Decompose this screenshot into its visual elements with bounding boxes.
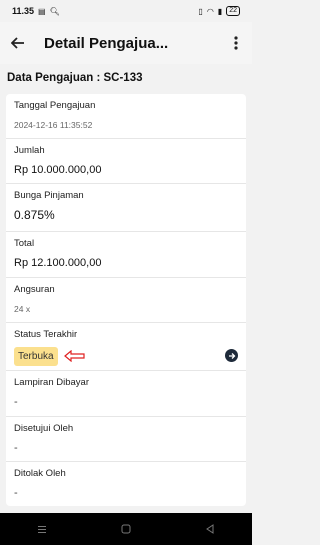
field-label: Bunga Pinjaman xyxy=(14,190,84,201)
notification-icon: ▤ xyxy=(38,6,46,16)
battery-icon: 22 xyxy=(226,6,240,16)
field-label: Status Terakhir xyxy=(14,329,78,340)
arrow-left-icon xyxy=(11,37,24,49)
field-value: 2024-12-16 11:35:52 xyxy=(14,120,93,130)
more-options-button[interactable] xyxy=(228,33,244,53)
field-lampiran-dibayar: Lampiran Dibayar - xyxy=(6,371,246,417)
field-disetujui-oleh: Disetujui Oleh - xyxy=(6,417,246,462)
arrow-right-icon xyxy=(228,352,235,359)
square-icon xyxy=(121,524,131,534)
field-label: Lampiran Dibayar xyxy=(14,377,89,388)
status-badge: Terbuka xyxy=(14,347,58,366)
status-time: 11.35 xyxy=(12,6,35,16)
field-value: - xyxy=(14,396,18,408)
back-button[interactable] xyxy=(8,33,28,53)
field-ditolak-oleh: Ditolak Oleh - xyxy=(6,462,246,506)
field-jumlah: Jumlah Rp 10.000.000,00 xyxy=(6,139,246,184)
field-label: Total xyxy=(14,238,35,249)
field-value: - xyxy=(14,442,18,454)
nav-back-button[interactable] xyxy=(195,519,225,539)
field-value: 0.875% xyxy=(14,208,55,222)
annotation-arrow-icon xyxy=(64,350,85,362)
wifi-icon: ◠ xyxy=(206,6,214,16)
vibrate-icon: ▯ xyxy=(198,6,203,16)
field-value: Rp 10.000.000,00 xyxy=(14,164,102,176)
field-bunga-pinjaman: Bunga Pinjaman 0.875% xyxy=(6,184,246,232)
field-value: 24 x xyxy=(14,304,31,314)
section-title: Data Pengajuan : SC-133 xyxy=(7,72,143,84)
detail-card: Tanggal Pengajuan 2024-12-16 11:35:52 Ju… xyxy=(6,94,246,506)
field-label: Jumlah xyxy=(14,145,45,156)
search-notification-icon: 🔍︎ xyxy=(49,6,60,16)
field-label: Ditolak Oleh xyxy=(14,468,66,479)
field-tanggal-pengajuan: Tanggal Pengajuan 2024-12-16 11:35:52 xyxy=(6,94,246,139)
field-angsuran: Angsuran 24 x xyxy=(6,278,246,323)
status-bar: 11.35 ▤ 🔍︎ ▯ ◠ ▮ 22 xyxy=(0,0,252,22)
field-label: Disetujui Oleh xyxy=(14,423,74,434)
system-nav-bar xyxy=(0,513,252,545)
field-value: Rp 12.100.000,00 xyxy=(14,257,102,269)
field-label: Angsuran xyxy=(14,284,55,295)
signal-icon: ▮ xyxy=(217,6,223,16)
field-total: Total Rp 12.100.000,00 xyxy=(6,232,246,278)
field-label: Tanggal Pengajuan xyxy=(14,100,96,111)
field-value: - xyxy=(14,487,18,499)
nav-home-button[interactable] xyxy=(111,519,141,539)
status-right: ▯ ◠ ▮ 22 xyxy=(198,6,240,16)
status-left: 11.35 ▤ 🔍︎ xyxy=(12,6,60,16)
more-vertical-icon xyxy=(234,36,238,50)
nav-recent-button[interactable] xyxy=(27,519,57,539)
menu-lines-icon xyxy=(38,525,46,533)
field-status-terakhir: Status Terakhir Terbuka xyxy=(6,323,246,371)
app-bar: Detail Pengajua... xyxy=(0,22,252,64)
page-title: Detail Pengajua... xyxy=(44,34,169,52)
status-detail-button[interactable] xyxy=(225,349,238,362)
triangle-back-icon xyxy=(206,524,214,534)
